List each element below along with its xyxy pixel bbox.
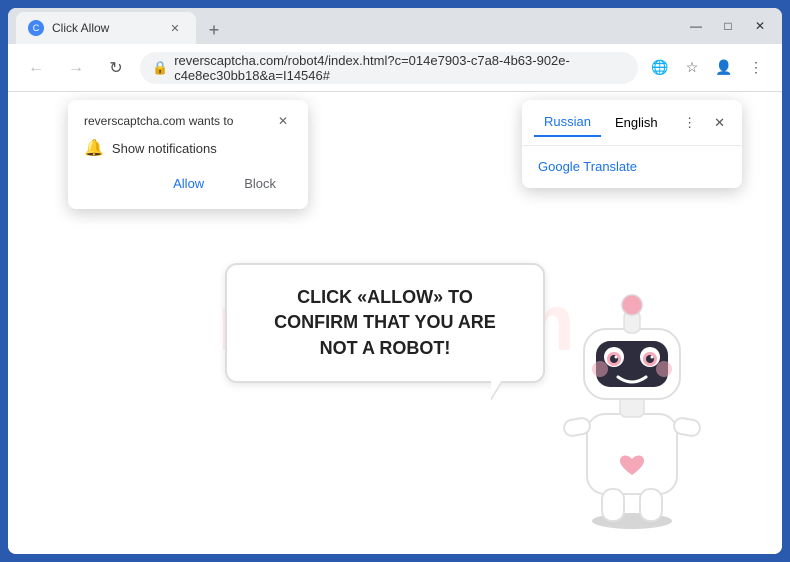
robot-illustration — [542, 269, 722, 529]
popup-header: reverscaptcha.com wants to ✕ — [84, 112, 292, 130]
tab-favicon: C — [28, 20, 44, 36]
profile-button[interactable]: 👤 — [710, 54, 738, 82]
tab-close-button[interactable]: ✕ — [166, 19, 184, 37]
english-lang-button[interactable]: English — [605, 109, 668, 136]
allow-button[interactable]: Allow — [157, 170, 220, 197]
google-translate-link[interactable]: Google Translate — [538, 159, 637, 174]
back-button[interactable]: ← — [20, 52, 52, 84]
popup-close-button[interactable]: ✕ — [274, 112, 292, 130]
address-bar: ← → ↻ 🔒 reverscaptcha.com/robot4/index.h… — [8, 44, 782, 92]
url-text: reverscaptcha.com/robot4/index.html?c=01… — [174, 53, 626, 83]
popup-title: reverscaptcha.com wants to — [84, 114, 233, 128]
notification-popup: reverscaptcha.com wants to ✕ 🔔 Show noti… — [68, 100, 308, 209]
close-button[interactable]: ✕ — [746, 12, 774, 40]
browser-tab[interactable]: C Click Allow ✕ — [16, 12, 196, 44]
url-bar[interactable]: 🔒 reverscaptcha.com/robot4/index.html?c=… — [140, 52, 638, 84]
bell-icon: 🔔 — [84, 138, 104, 158]
refresh-button[interactable]: ↻ — [100, 52, 132, 84]
page-content: risk4.com reverscaptcha.com wants to ✕ 🔔… — [8, 92, 782, 554]
russian-lang-button[interactable]: Russian — [534, 108, 601, 137]
window-controls: — □ ✕ — [682, 12, 774, 40]
translate-more-button[interactable]: ⋮ — [676, 109, 704, 137]
block-button[interactable]: Block — [228, 170, 292, 197]
translate-options: ⋮ ✕ — [676, 109, 734, 137]
bubble-text: CLICK «ALLOW» TO CONFIRM THAT YOU ARE NO… — [257, 285, 513, 361]
browser-window: C Click Allow ✕ + — □ ✕ ← → ↻ 🔒 reversca… — [8, 8, 782, 554]
forward-button[interactable]: → — [60, 52, 92, 84]
menu-button[interactable]: ⋮ — [742, 54, 770, 82]
translate-popup: Russian English ⋮ ✕ Google Translate — [522, 100, 742, 188]
new-tab-button[interactable]: + — [200, 16, 228, 44]
lock-icon: 🔒 — [152, 60, 168, 76]
speech-bubble: CLICK «ALLOW» TO CONFIRM THAT YOU ARE NO… — [225, 263, 545, 383]
notification-text: Show notifications — [112, 141, 217, 156]
notification-row: 🔔 Show notifications — [84, 138, 292, 158]
translate-header: Russian English ⋮ ✕ — [522, 100, 742, 146]
title-bar: C Click Allow ✕ + — □ ✕ — [8, 8, 782, 44]
translate-ext-icon[interactable]: 🌐 — [646, 54, 674, 82]
translate-close-button[interactable]: ✕ — [706, 109, 734, 137]
bookmark-button[interactable]: ☆ — [678, 54, 706, 82]
popup-buttons: Allow Block — [84, 170, 292, 197]
speech-bubble-container: CLICK «ALLOW» TO CONFIRM THAT YOU ARE NO… — [225, 263, 545, 383]
minimize-button[interactable]: — — [682, 12, 710, 40]
maximize-button[interactable]: □ — [714, 12, 742, 40]
robot-container — [542, 269, 722, 534]
translate-body: Google Translate — [522, 146, 742, 188]
extension-icons: 🌐 ☆ 👤 ⋮ — [646, 54, 770, 82]
tab-title: Click Allow — [52, 21, 158, 35]
